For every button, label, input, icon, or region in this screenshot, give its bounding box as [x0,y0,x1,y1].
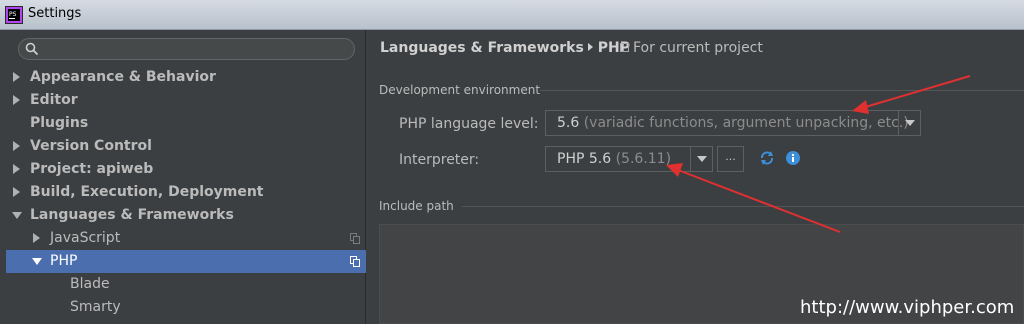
chevron-down-icon[interactable] [690,147,712,171]
window-title: Settings [28,6,82,21]
title-bar: PS Settings [0,0,1024,30]
collapse-arrow-icon[interactable] [32,258,42,265]
breadcrumb-separator-icon [587,43,593,51]
project-scope-icon [620,43,629,52]
tree-item-label: Version Control [30,138,152,154]
info-icon[interactable] [785,150,801,166]
scope-indicator: For current project [620,40,763,56]
scope-label: For current project [633,40,763,56]
tree-item-label: Languages & Frameworks [30,207,234,223]
tree-item-label: Blade [70,276,110,292]
phpstorm-app-icon: PS [5,6,23,24]
expand-arrow-icon[interactable] [13,95,20,105]
chevron-down-icon[interactable] [898,111,920,135]
tree-item-languages-frameworks[interactable]: Languages & Frameworks [6,204,366,227]
tree-item-label: Smarty [70,299,121,315]
expand-arrow-icon[interactable] [13,164,20,174]
tree-item-blade[interactable]: Blade [6,273,366,296]
tree-item-label: Project: apiweb [30,161,154,177]
svg-text:PS: PS [9,11,17,18]
tree-item-php[interactable]: PHP [6,250,366,273]
tree-item-project[interactable]: Project: apiweb [6,158,366,181]
expand-arrow-icon[interactable] [33,233,40,243]
language-level-select[interactable]: 5.6 (variadic functions, argument unpack… [545,110,921,136]
expand-arrow-icon[interactable] [13,141,20,151]
browse-interpreter-button[interactable]: ... [717,146,744,172]
expand-arrow-icon[interactable] [13,72,20,82]
refresh-icon[interactable] [759,150,775,166]
search-icon [25,42,39,56]
interpreter-select[interactable]: PHP 5.6 (5.6.11) [545,146,713,172]
tree-item-label: JavaScript [50,230,121,246]
tree-item-label: Plugins [30,115,89,131]
tree-item-label: Appearance & Behavior [30,69,216,85]
settings-sidebar: Appearance & Behavior Editor Plugins Ver… [0,30,366,324]
interpreter-value: PHP 5.6 [557,151,612,167]
breadcrumb-item: Languages & Frameworks [380,40,584,56]
search-input[interactable] [18,38,355,60]
tree-item-javascript[interactable]: JavaScript [6,227,366,250]
expand-arrow-icon[interactable] [13,187,20,197]
watermark-text: http://www.viphper.com [800,297,1015,318]
tree-item-plugins[interactable]: Plugins [6,112,366,135]
interpreter-version: (5.6.11) [615,151,672,167]
collapse-arrow-icon[interactable] [12,212,22,219]
tree-item-label: PHP [50,253,78,269]
language-level-hint: (variadic functions, argument unpacking,… [583,115,909,131]
section-divider [540,90,1024,91]
tree-item-version-control[interactable]: Version Control [6,135,366,158]
project-scope-icon [350,256,360,267]
language-level-label: PHP language level: [399,116,539,132]
section-divider [462,206,1024,207]
breadcrumb: Languages & Frameworks PHP [380,40,630,56]
tree-item-label: Editor [30,92,78,108]
language-level-value: 5.6 [557,115,580,131]
section-title-include-path: Include path [379,199,454,213]
section-title-development-environment: Development environment [379,83,541,97]
tree-item-smarty[interactable]: Smarty [6,296,366,319]
tree-item-appearance-behavior[interactable]: Appearance & Behavior [6,66,366,89]
settings-content: Languages & Frameworks PHP For current pr… [367,30,1024,324]
project-scope-icon [350,233,360,244]
interpreter-label: Interpreter: [399,152,480,168]
tree-item-build-execution-deployment[interactable]: Build, Execution, Deployment [6,181,366,204]
tree-item-editor[interactable]: Editor [6,89,366,112]
tree-item-label: Build, Execution, Deployment [30,184,264,200]
